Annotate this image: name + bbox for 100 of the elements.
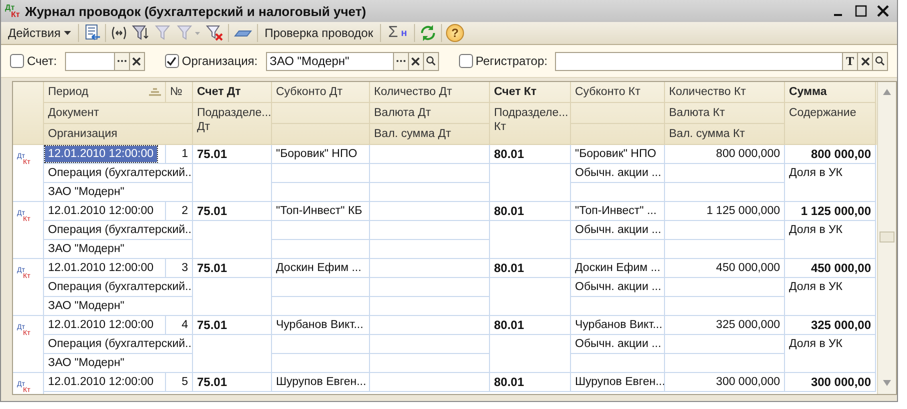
table-cell: ЗАО "Модерн"	[44, 240, 193, 259]
filter-label: Счет:	[27, 54, 57, 68]
filter-input[interactable]	[64, 52, 115, 70]
table-cell: 75.01	[193, 145, 272, 164]
table-cell[interactable]: 12.01.2010 12:00:00	[48, 374, 154, 390]
table-cell: 800 000,000	[665, 145, 785, 164]
column-header[interactable]: Содержание	[785, 103, 876, 145]
column-header[interactable]: Количество Дт	[370, 82, 490, 103]
table-cell: Доля в УК	[785, 164, 876, 202]
table-cell: Доля в УК	[785, 278, 876, 316]
table-cell[interactable]: 12.01.2010 12:00:00	[48, 203, 154, 219]
table-cell: 75.01	[193, 259, 272, 278]
table-cell: Обычн. акции ...	[571, 335, 665, 354]
column-header[interactable]: Вал. сумма Дт	[370, 124, 490, 145]
window-title: Журнал проводок (бухгалтерский и налоговый учет)	[25, 4, 366, 18]
search-button[interactable]	[424, 52, 439, 70]
table-cell: 80.01	[490, 145, 571, 164]
table-cell: Операция (бухгалтерский...	[44, 335, 193, 354]
close-icon[interactable]	[877, 5, 889, 17]
table-cell[interactable]: 12.01.2010 12:00:00	[48, 260, 154, 276]
filter-icon	[154, 24, 172, 42]
table-cell: 325 000,00	[785, 316, 876, 335]
clear-filter-icon[interactable]	[206, 24, 224, 42]
table-cell: Шурупов Евген...	[272, 373, 370, 392]
help-button[interactable]: ?	[446, 24, 464, 42]
table-cell[interactable]: 12.01.2010 12:00:00	[48, 317, 154, 333]
column-header[interactable]: Субконто Дт	[272, 82, 370, 103]
filter-label: Организация:	[182, 54, 258, 68]
clear-button[interactable]	[858, 52, 873, 70]
column-header[interactable]: Подразделе... Кт	[490, 103, 571, 145]
column-header[interactable]: Субконто Кт	[571, 82, 665, 103]
table-cell: Шурупов Евген...	[571, 373, 665, 392]
table-cell: "Топ-Инвест" ...	[571, 202, 665, 221]
table-cell: Доскин Ефим ...	[272, 259, 370, 278]
table-cell: 1 125 000,000	[665, 202, 785, 221]
column-header[interactable]: Подразделе... Дт	[193, 103, 272, 145]
select-button[interactable]	[114, 52, 130, 70]
table-cell: 1	[166, 145, 193, 164]
select-button[interactable]	[394, 52, 409, 70]
filter-checkbox[interactable]	[458, 54, 473, 68]
dots-icon	[396, 59, 406, 63]
close-icon	[860, 56, 870, 66]
search-icon	[875, 56, 885, 66]
table-cell: 300 000,00	[785, 373, 876, 392]
journal-icon: Дт Кт	[5, 4, 21, 18]
table-cell: 3	[166, 259, 193, 278]
clear-button[interactable]	[130, 52, 145, 70]
scrollbar[interactable]	[877, 82, 896, 394]
column-header[interactable]: Сумма	[785, 82, 876, 103]
actions-menu-button[interactable]: Действия	[5, 25, 74, 41]
check-entries-button[interactable]: Проверка проводок	[262, 25, 376, 41]
document-arrow-icon[interactable]	[82, 24, 101, 42]
maximize-icon[interactable]	[855, 5, 867, 17]
table-cell: Операция (бухгалтерский...	[44, 278, 193, 297]
table-cell: Чурбанов Викт...	[272, 316, 370, 335]
refresh-icon[interactable]	[419, 24, 438, 42]
table-cell: Доскин Ефим ...	[571, 259, 665, 278]
sort-icon	[149, 88, 161, 96]
table-cell: Обычн. акции ...	[571, 278, 665, 297]
column-header[interactable]: Документ	[44, 103, 193, 124]
table-cell: Обычн. акции ...	[571, 164, 665, 183]
table-cell: 80.01	[490, 202, 571, 221]
table-cell: ЗАО "Модерн"	[44, 183, 193, 202]
table-cell: Чурбанов Викт...	[571, 316, 665, 335]
column-header[interactable]: Валюта Дт	[370, 103, 490, 124]
table-cell: "Боровик" НПО	[571, 145, 665, 164]
table-cell: 800 000,00	[785, 145, 876, 164]
table-cell: 2	[166, 202, 193, 221]
column-header[interactable]: Валюта Кт	[665, 103, 785, 124]
column-header[interactable]: Количество Кт	[665, 82, 785, 103]
table-cell[interactable]: 12.01.2010 12:00:00	[45, 146, 157, 162]
filter-dropdown-icon	[176, 24, 202, 42]
column-header[interactable]: Счет Кт	[490, 82, 571, 103]
table-cell: 80.01	[490, 373, 571, 392]
bracket-arrows-icon[interactable]	[110, 24, 128, 42]
table-cell: ЗАО "Модерн"	[44, 297, 193, 316]
table-cell: 75.01	[193, 202, 272, 221]
table-cell: 80.01	[490, 316, 571, 335]
search-button[interactable]	[873, 52, 888, 70]
filter-list-icon[interactable]	[132, 24, 150, 42]
column-header[interactable]: Счет Дт	[193, 82, 272, 103]
table-cell: 450 000,00	[785, 259, 876, 278]
column-header[interactable]: №	[166, 82, 193, 103]
close-icon	[132, 56, 142, 66]
text-type-button[interactable]: T	[843, 52, 858, 70]
table-cell: Доля в УК	[785, 221, 876, 259]
table-cell: 75.01	[193, 373, 272, 392]
clear-button[interactable]	[408, 52, 424, 70]
filter-checkbox[interactable]	[10, 54, 24, 68]
table-cell: 325 000,000	[665, 316, 785, 335]
table-cell: 80.01	[490, 259, 571, 278]
header-cell	[13, 82, 44, 145]
filter-input[interactable]	[555, 52, 843, 70]
table-cell: Операция (бухгалтерский...	[44, 221, 193, 240]
column-header[interactable]: Вал. сумма Кт	[665, 124, 785, 145]
table-cell: Операция (бухгалтерский...	[44, 164, 193, 183]
filter-checkbox[interactable]	[164, 54, 179, 68]
column-header[interactable]: Период	[44, 82, 166, 103]
filter-label: Регистратор:	[476, 54, 548, 68]
filter-input[interactable]: ЗАО "Модерн"	[266, 52, 394, 70]
